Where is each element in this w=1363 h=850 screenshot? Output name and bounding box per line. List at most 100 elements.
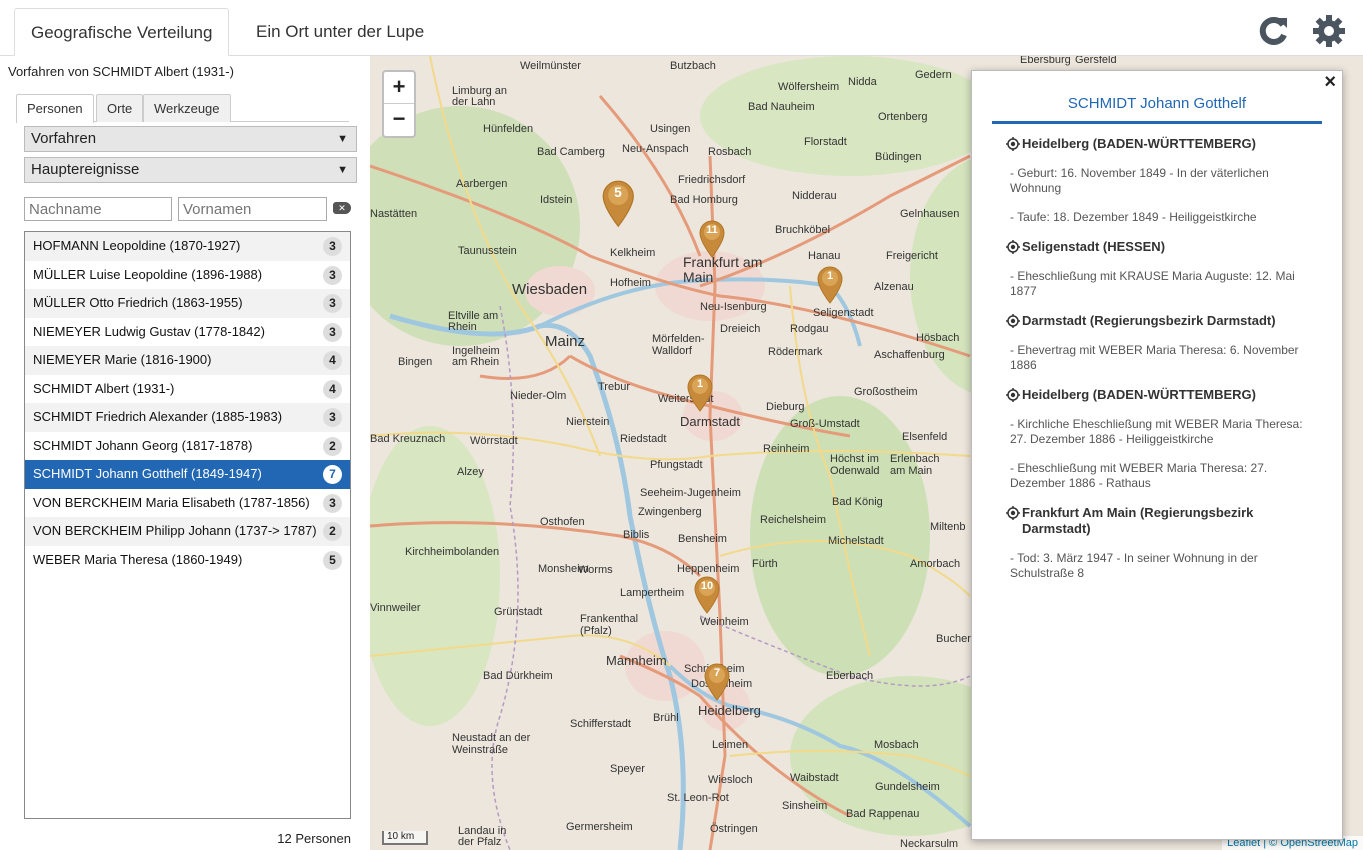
popup-location[interactable]: Darmstadt (Regierungsbezirk Darmstadt) bbox=[992, 313, 1322, 329]
event-count-badge: 2 bbox=[323, 522, 342, 541]
person-list-item[interactable]: SCHMIDT Albert (1931-) 4 bbox=[25, 375, 350, 404]
person-list: HOFMANN Leopoldine (1870-1927) 3 MÜLLER Lu… bbox=[24, 231, 351, 819]
close-icon[interactable]: × bbox=[1324, 71, 1336, 94]
place-label: Weilmünster bbox=[520, 60, 581, 72]
place-label: Bad Kreuznach bbox=[370, 433, 446, 445]
place-label: Biblis bbox=[623, 529, 650, 541]
popup-event: - Tod: 3. März 1947 - In seiner Wohnung … bbox=[1010, 551, 1258, 580]
place-label: Ortenberg bbox=[878, 111, 928, 123]
popup-location[interactable]: Heidelberg (BADEN-WÜRTTEMBERG) bbox=[992, 387, 1322, 403]
popup-title: SCHMIDT Johann Gotthelf bbox=[992, 89, 1322, 124]
person-popup: × SCHMIDT Johann Gotthelf Heidelberg (BA… bbox=[971, 70, 1343, 840]
dropdown-arrow-icon: ▼ bbox=[337, 164, 348, 176]
event-type-select[interactable]: Hauptereignisse ▼ bbox=[24, 157, 357, 183]
place-label: Hünfelden bbox=[483, 123, 534, 135]
popup-location[interactable]: Frankfurt Am Main (Regierungsbezirk Darm… bbox=[992, 505, 1322, 537]
givennames-input[interactable] bbox=[178, 197, 327, 221]
place-label: Bad Camberg bbox=[537, 146, 605, 158]
popup-location[interactable]: Seligenstadt (HESSEN) bbox=[992, 239, 1322, 255]
person-name: SCHMIDT Johann Gotthelf (1849-1947) bbox=[33, 466, 262, 481]
person-list-item[interactable]: MÜLLER Otto Friedrich (1863-1955) 3 bbox=[25, 289, 350, 318]
event-count-badge: 5 bbox=[323, 550, 342, 570]
place-label: Schifferstadt bbox=[570, 718, 631, 730]
map-marker[interactable]: 7 bbox=[704, 663, 730, 701]
place-label: Alzenau bbox=[874, 281, 914, 293]
person-list-item[interactable]: SCHMIDT Friedrich Alexander (1885-1983) 3 bbox=[25, 403, 350, 432]
person-list-item[interactable]: NIEMEYER Marie (1816-1900) 4 bbox=[25, 346, 350, 375]
place-label: Bensheim bbox=[678, 533, 727, 545]
place-label: Amorbach bbox=[910, 558, 961, 570]
place-label: Rödermark bbox=[768, 346, 823, 358]
person-list-item[interactable]: MÜLLER Luise Leopoldine (1896-1988) 3 bbox=[25, 261, 350, 290]
refresh-icon[interactable] bbox=[1256, 14, 1290, 48]
crosshair-icon bbox=[1006, 137, 1020, 151]
subtab-orte[interactable]: Orte bbox=[96, 94, 144, 122]
place-label: Nidderau bbox=[792, 190, 837, 202]
person-list-item[interactable]: SCHMIDT Johann Georg (1817-1878) 2 bbox=[25, 432, 350, 461]
place-label: Freigericht bbox=[886, 250, 938, 262]
clear-filter-icon[interactable]: ✕ bbox=[333, 202, 351, 214]
place-label: Vinnweiler bbox=[370, 602, 421, 614]
person-list-item[interactable]: HOFMANN Leopoldine (1870-1927) 3 bbox=[25, 232, 350, 261]
place-label: Mörfelden-Walldorf bbox=[652, 333, 705, 357]
place-label: Trebur bbox=[598, 381, 630, 393]
place-label: Seligenstadt bbox=[813, 307, 874, 319]
map-marker[interactable]: 1 bbox=[817, 266, 843, 304]
person-list-item[interactable]: SCHMIDT Johann Gotthelf (1849-1947) 7 bbox=[25, 460, 350, 489]
place-label: Seeheim-Jugenheim bbox=[640, 487, 741, 499]
place-label: Eltville am Rhein bbox=[448, 310, 499, 333]
marker-count: 1 bbox=[826, 270, 834, 282]
place-label: Höchst im Odenwald bbox=[830, 453, 880, 477]
tab-geografische-verteilung[interactable]: Geografische Verteilung bbox=[14, 8, 230, 56]
person-name: MÜLLER Otto Friedrich (1863-1955) bbox=[33, 295, 243, 310]
relation-select[interactable]: Vorfahren ▼ bbox=[24, 126, 357, 152]
place-label: Frankenthal (Pfalz) bbox=[580, 613, 639, 637]
map-marker[interactable]: 10 bbox=[694, 576, 720, 614]
map-marker[interactable]: 11 bbox=[699, 220, 725, 258]
subtab-personen[interactable]: Personen bbox=[16, 94, 94, 123]
event-count-badge: 3 bbox=[323, 493, 342, 513]
place-label: Gersfeld bbox=[1075, 56, 1117, 66]
place-label: Mosbach bbox=[874, 739, 919, 751]
person-list-item[interactable]: NIEMEYER Ludwig Gustav (1778-1842) 3 bbox=[25, 318, 350, 347]
place-label: Frankfurt am Main bbox=[683, 254, 763, 285]
place-label: Aarbergen bbox=[456, 178, 508, 190]
place-label: Ebersburg bbox=[1020, 56, 1071, 66]
surname-input[interactable] bbox=[24, 197, 172, 221]
place-label: Wölfersheim bbox=[778, 81, 840, 93]
place-label: St. Leon-Rot bbox=[667, 792, 729, 804]
scale-bar: 10 km bbox=[382, 831, 428, 845]
dropdown-arrow-icon: ▼ bbox=[337, 133, 348, 145]
place-label: Dieburg bbox=[766, 401, 805, 413]
person-list-item[interactable]: WEBER Maria Theresa (1860-1949) 5 bbox=[25, 546, 350, 575]
place-label: Darmstadt bbox=[680, 414, 740, 429]
place-label: Miltenb bbox=[930, 521, 966, 533]
place-label: Bad Homburg bbox=[670, 194, 738, 206]
popup-location[interactable]: Heidelberg (BADEN-WÜRTTEMBERG) bbox=[992, 136, 1322, 152]
person-list-item[interactable]: VON BERCKHEIM Maria Elisabeth (1787-1856… bbox=[25, 489, 350, 518]
person-name: SCHMIDT Albert (1931-) bbox=[33, 380, 175, 396]
place-label: Hanau bbox=[808, 250, 841, 262]
place-label: Rosbach bbox=[708, 146, 752, 158]
place-label: Bucher bbox=[936, 633, 971, 645]
place-label: Lampertheim bbox=[620, 587, 685, 599]
marker-count: 5 bbox=[614, 185, 622, 200]
popup-location-name: Seligenstadt (HESSEN) bbox=[1022, 239, 1166, 254]
place-label: Reichelsheim bbox=[760, 514, 827, 526]
place-label: Taunusstein bbox=[458, 245, 517, 257]
zoom-out-button[interactable]: − bbox=[384, 104, 414, 136]
map-marker[interactable]: 5 bbox=[602, 180, 635, 228]
place-label: Heidelberg bbox=[698, 703, 761, 718]
map-marker[interactable]: 1 bbox=[687, 374, 713, 412]
person-list-item[interactable]: VON BERCKHEIM Philipp Johann (1737-> 178… bbox=[25, 517, 350, 546]
place-label: Kelkheim bbox=[610, 247, 656, 259]
zoom-in-button[interactable]: + bbox=[384, 72, 414, 104]
place-label: Bruchköbel bbox=[775, 224, 831, 236]
tab-ein-ort-unter-der-lupe[interactable]: Ein Ort unter der Lupe bbox=[240, 8, 440, 56]
gear-icon[interactable] bbox=[1312, 14, 1346, 48]
place-label: Grünstadt bbox=[494, 606, 543, 618]
subtab-werkzeuge[interactable]: Werkzeuge bbox=[143, 94, 231, 122]
popup-location-name: Frankfurt Am Main (Regierungsbezirk Darm… bbox=[1022, 505, 1254, 536]
zoom-control: + − bbox=[382, 70, 416, 138]
sidebar: Vorfahren von SCHMIDT Albert (1931-) Per… bbox=[0, 56, 370, 850]
